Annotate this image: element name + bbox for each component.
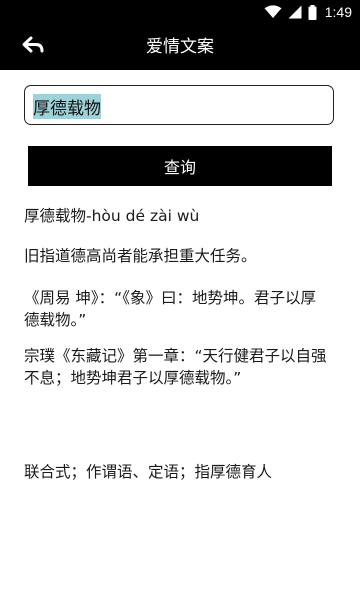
search-input[interactable] xyxy=(33,92,323,120)
status-time: 1:49 xyxy=(324,4,352,20)
query-button[interactable]: 查询 xyxy=(28,146,332,186)
status-bar: 1:49 xyxy=(0,0,360,24)
result-word-pinyin: 厚德载物-hòu dé zài wù xyxy=(24,207,200,225)
result-usage: 联合式；作谓语、定语；指厚德育人 xyxy=(24,463,273,481)
result-source-1: 《周易 坤》：“《象》曰：地势坤。君子以厚德载物。” xyxy=(24,289,316,329)
back-button[interactable] xyxy=(20,36,46,58)
result-meaning: 旧指道德高尚者能承担重大任务。 xyxy=(24,247,257,265)
wifi-icon xyxy=(264,5,282,19)
app-title: 爱情文案 xyxy=(146,37,214,57)
query-button-label: 查询 xyxy=(163,158,196,177)
battery-icon xyxy=(308,4,317,20)
back-arrow-icon xyxy=(22,36,44,58)
result-source-2: 宗璞《东藏记》第一章：“天行健君子以自强不息；地势坤君子以厚德载物。” xyxy=(24,347,327,387)
cellular-signal-icon xyxy=(288,5,302,19)
search-field[interactable] xyxy=(24,85,334,125)
app-bar: 爱情文案 xyxy=(0,24,360,70)
status-icons: 1:49 xyxy=(264,3,352,21)
